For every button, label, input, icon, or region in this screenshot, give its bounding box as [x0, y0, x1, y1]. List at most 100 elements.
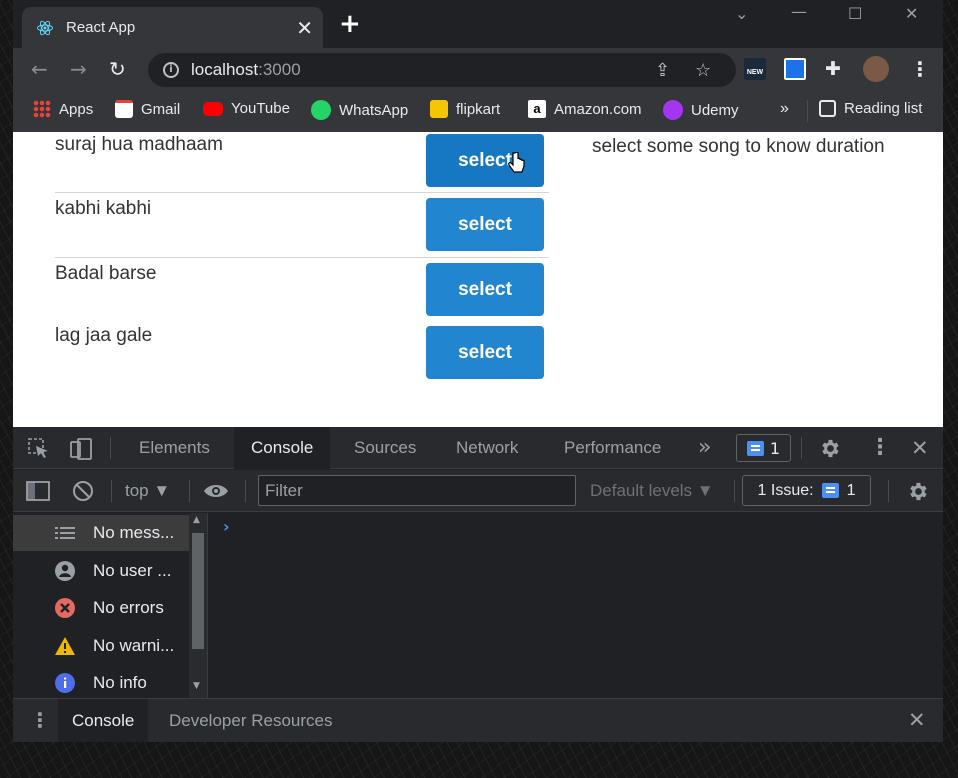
sidebar-item-label: No warni...	[93, 636, 175, 655]
devtools-drawer: ⋮ Console Developer Resources ✕	[13, 698, 943, 742]
browser-toolbar: ← → ↻ i localhost:3000 ⇪ ☆ NEW ✚ ⋮	[13, 48, 943, 90]
bookmark-apps[interactable]: Apps	[33, 100, 93, 118]
bookmark-flipkart[interactable]: flipkart	[430, 100, 500, 118]
info-icon	[55, 673, 75, 693]
log-levels-dropdown[interactable]: Default levels ▼	[590, 481, 714, 501]
reload-icon[interactable]: ↻	[109, 57, 126, 81]
minimize-icon[interactable]: —	[791, 2, 807, 21]
avatar[interactable]	[863, 56, 889, 82]
tab-title: React App	[66, 19, 136, 36]
drawer-tab-console[interactable]: Console	[58, 699, 149, 742]
reading-list-icon	[819, 100, 836, 117]
settings-gear-icon[interactable]	[818, 437, 841, 460]
bookmark-star-icon[interactable]: ☆	[695, 60, 711, 81]
divider	[111, 480, 112, 502]
inspect-element-icon[interactable]	[28, 438, 50, 460]
context-selector[interactable]: top ▼	[125, 481, 170, 501]
live-expression-eye-icon[interactable]	[203, 483, 229, 499]
scroll-down-icon[interactable]: ▼	[193, 681, 200, 691]
tab-performance[interactable]: Performance	[547, 427, 678, 469]
bookmarks-overflow-button[interactable]: »	[780, 100, 789, 118]
bookmark-amazon[interactable]: a Amazon.com	[528, 100, 642, 118]
tab-strip: React App ✕ + ⌄ — ☐ ✕	[13, 0, 943, 48]
filter-input[interactable]: Filter	[258, 475, 576, 506]
back-icon[interactable]: ←	[31, 57, 48, 81]
bookmark-label: Apps	[59, 100, 94, 118]
device-toolbar-icon[interactable]	[69, 437, 93, 461]
window-close-icon[interactable]: ✕	[905, 4, 918, 23]
tab-sources[interactable]: Sources	[337, 427, 433, 469]
devtools-menu-kebab-icon[interactable]: ⋮	[869, 435, 891, 460]
select-song-button[interactable]: select	[426, 326, 544, 379]
bookmark-udemy[interactable]: Udemy	[663, 100, 739, 120]
tab-elements[interactable]: Elements	[122, 427, 227, 469]
site-info-icon[interactable]: i	[163, 62, 179, 78]
sidebar-toggle-icon[interactable]	[26, 481, 50, 501]
warning-icon	[55, 637, 75, 655]
new-tab-icon[interactable]: +	[339, 11, 361, 37]
react-icon	[37, 20, 53, 35]
bookmark-gmail[interactable]: Gmail	[115, 100, 180, 118]
issue-message-icon	[821, 483, 839, 498]
hand-cursor-icon	[508, 152, 525, 173]
sidebar-scrollbar[interactable]: ▲ ▼	[189, 513, 207, 698]
song-row: lag jaa gale select	[55, 322, 549, 386]
clear-console-icon[interactable]	[72, 480, 94, 502]
message-icon	[746, 440, 764, 456]
bookmark-whatsapp[interactable]: WhatsApp	[311, 100, 408, 120]
console-output[interactable]: ›	[209, 513, 943, 698]
extensions-puzzle-icon[interactable]: ✚	[825, 58, 841, 80]
close-devtools-icon[interactable]: ✕	[911, 436, 929, 460]
sidebar-item-user-messages[interactable]: No user ...	[13, 553, 189, 589]
sidebar-item-label: No mess...	[93, 523, 175, 542]
sidebar-item-warnings[interactable]: No warni...	[13, 628, 189, 664]
extension-icon[interactable]	[784, 58, 806, 80]
maximize-icon[interactable]: ☐	[848, 4, 862, 23]
select-song-button[interactable]: select	[426, 263, 544, 316]
tab-search-icon[interactable]: ⌄	[735, 4, 748, 23]
duration-message: select some song to know duration	[592, 136, 885, 157]
bookmark-youtube[interactable]: YouTube	[203, 100, 290, 117]
new-extension-icon[interactable]: NEW	[744, 58, 766, 80]
issues-label: 1 Issue:	[757, 481, 814, 499]
song-name: kabhi kabhi	[55, 198, 152, 219]
more-tabs-icon[interactable]: »	[698, 435, 711, 460]
scroll-up-icon[interactable]: ▲	[193, 515, 200, 525]
drawer-tab-developer-resources[interactable]: Developer Resources	[155, 699, 346, 742]
reading-list-label: Reading list	[844, 100, 923, 117]
issues-button[interactable]: 1 Issue: 1	[742, 475, 871, 506]
messages-count: 1	[769, 438, 781, 458]
tab-console[interactable]: Console	[234, 427, 331, 469]
menu-kebab-icon[interactable]: ⋮	[910, 57, 930, 81]
user-icon	[55, 561, 75, 581]
context-label: top	[125, 481, 149, 500]
url-port: :3000	[258, 60, 301, 79]
sidebar-item-messages[interactable]: No mess...	[13, 515, 189, 551]
close-drawer-icon[interactable]: ✕	[908, 708, 926, 732]
sidebar-item-errors[interactable]: No errors	[13, 590, 189, 626]
messages-badge[interactable]: 1	[736, 434, 791, 462]
forward-icon[interactable]: →	[70, 57, 87, 81]
address-bar[interactable]: i localhost:3000 ⇪ ☆	[148, 53, 736, 87]
browser-window: React App ✕ + ⌄ — ☐ ✕ ← → ↻ i localhost:…	[13, 0, 943, 742]
close-tab-icon[interactable]: ✕	[296, 18, 313, 38]
select-song-button[interactable]: select	[426, 134, 544, 187]
sidebar-item-label: No errors	[93, 598, 164, 617]
bookmark-label: WhatsApp	[339, 101, 409, 119]
apps-grid-icon	[33, 100, 51, 118]
share-icon[interactable]: ⇪	[655, 60, 670, 81]
browser-tab[interactable]: React App ✕	[22, 7, 323, 48]
reading-list-button[interactable]: Reading list	[819, 100, 922, 117]
drawer-menu-kebab-icon[interactable]: ⋮	[30, 708, 50, 732]
select-song-button[interactable]: select	[426, 198, 544, 251]
gmail-icon	[115, 100, 133, 118]
song-row: kabhi kabhi select	[55, 193, 549, 258]
flipkart-icon	[430, 100, 448, 118]
sidebar-item-info[interactable]: No info	[13, 665, 189, 701]
console-prompt-caret-icon[interactable]: ›	[223, 517, 230, 536]
tab-network[interactable]: Network	[439, 427, 535, 469]
divider	[801, 437, 802, 459]
bookmark-label: YouTube	[231, 100, 290, 117]
scrollbar-thumb[interactable]	[192, 533, 204, 649]
console-settings-gear-icon[interactable]	[906, 480, 929, 503]
